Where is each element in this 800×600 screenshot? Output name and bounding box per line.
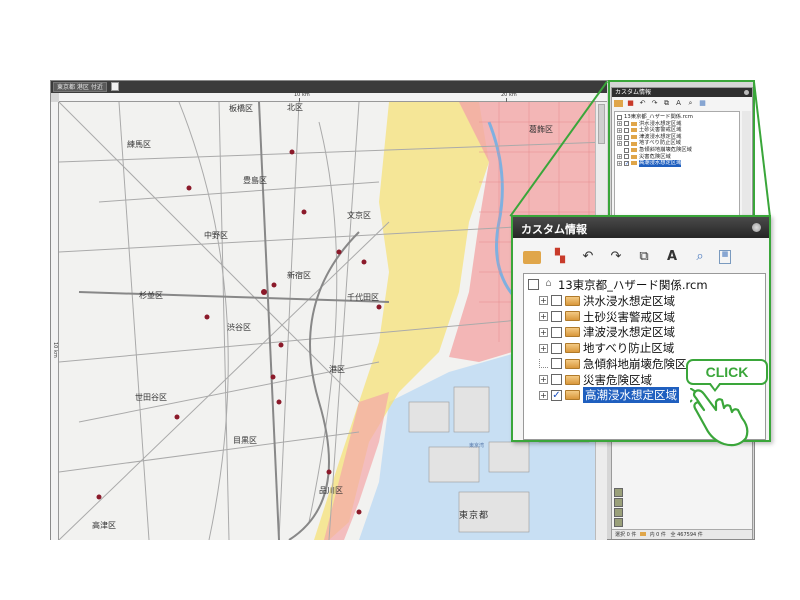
tree-root[interactable]: ⌂ 13東京都_ハザード関係.rcm	[528, 277, 761, 293]
search-icon[interactable]: ⌕	[691, 248, 709, 266]
ward-label: 板橋区	[229, 104, 253, 113]
click-callout: CLICK	[686, 359, 768, 385]
folder-icon	[565, 358, 580, 369]
prefecture-label: 東京都	[459, 511, 490, 521]
expand-icon[interactable]: +	[539, 296, 548, 306]
tree-item-label: 地すべり防止区域	[583, 341, 675, 356]
total-count: 全 467594 件	[670, 532, 703, 538]
tool-button[interactable]	[614, 488, 623, 497]
tree-item-label: 高潮浸水想定区域	[583, 387, 679, 404]
expand-icon[interactable]: +	[539, 327, 548, 337]
ward-label: 港区	[329, 365, 345, 374]
ward-label: 杉並区	[139, 291, 163, 300]
tree-item-label: 津波浸水想定区域	[583, 325, 675, 340]
ward-label: 文京区	[347, 211, 371, 220]
scrollbar-thumb[interactable]	[598, 104, 605, 144]
grid-icon[interactable]: ▦	[719, 250, 731, 264]
expand-icon[interactable]: +	[539, 375, 548, 385]
ruler-label-10km: 10 km	[294, 92, 310, 98]
ward-label: 新宿区	[287, 271, 311, 280]
folder-icon	[565, 327, 580, 338]
label-icon[interactable]: A	[663, 248, 681, 266]
checkbox[interactable]	[551, 358, 562, 370]
panel-tool-buttons	[614, 488, 624, 528]
ward-label: 中野区	[204, 231, 228, 240]
ward-label: 品川区	[319, 486, 343, 495]
callout-connector	[753, 82, 771, 218]
tree-connector	[539, 359, 548, 369]
landmark-label: 東京湾	[469, 443, 485, 449]
home-icon: ⌂	[545, 278, 552, 290]
ward-label: 練馬区	[127, 140, 151, 149]
checkbox[interactable]	[528, 279, 539, 291]
ward-label: 渋谷区	[227, 323, 251, 332]
ward-label: 目黒区	[233, 436, 257, 445]
document-tab-bar: 東京都 港区 付近	[51, 81, 607, 93]
redo-icon[interactable]: ↷	[607, 248, 625, 266]
document-tab[interactable]: 東京都 港区 付近	[53, 82, 107, 92]
close-icon[interactable]	[752, 223, 761, 232]
checkbox[interactable]	[551, 295, 562, 307]
tree-root-label: 13東京都_ハザード関係.rcm	[558, 277, 708, 292]
ruler-label-20km: 20 km	[501, 92, 517, 98]
selected-count: 選択 0 件	[615, 532, 637, 538]
ward-label: 千代田区	[347, 293, 379, 302]
expand-icon[interactable]: +	[539, 390, 548, 400]
folder-icon	[639, 532, 646, 536]
pointing-hand-icon	[690, 388, 749, 447]
panel-status-bar: 選択 0 件 内 0 件 全 467594 件	[612, 529, 752, 539]
undo-icon[interactable]: ↶	[579, 248, 597, 266]
new-document-icon[interactable]	[111, 82, 119, 91]
tree-item-label: 洪水浸水想定区域	[583, 293, 675, 308]
add-layer-icon[interactable]: ▚	[551, 248, 569, 266]
checkbox[interactable]	[551, 310, 562, 322]
zoom-header: カスタム情報	[513, 217, 769, 238]
tree-item[interactable]: + 津波浸水想定区域	[528, 324, 761, 340]
checkbox-checked[interactable]: ✓	[551, 389, 562, 401]
layer-properties-icon[interactable]: ⧉	[635, 248, 653, 266]
zoom-toolbar: ▚ ↶ ↷ ⧉ A ⌕ ▦	[523, 247, 731, 267]
ruler-label-left: 10 km	[52, 342, 58, 358]
folder-icon	[565, 374, 580, 385]
tool-button[interactable]	[614, 498, 623, 507]
folder-icon	[565, 390, 580, 401]
tree-item-label: 土砂災害警戒区域	[583, 309, 675, 324]
tool-button[interactable]	[614, 518, 623, 527]
tool-button[interactable]	[614, 508, 623, 517]
inner-count: 内 0 件	[649, 532, 666, 538]
zoom-title: カスタム情報	[521, 223, 587, 236]
horizontal-ruler: 10 km 20 km	[59, 93, 607, 102]
expand-icon[interactable]: +	[539, 311, 548, 321]
ward-label: 葛飾区	[529, 125, 553, 134]
tree-item-label: 災害危険区域	[583, 372, 652, 387]
folder-icon[interactable]	[523, 250, 541, 264]
ward-label: 豊島区	[243, 176, 267, 185]
tree-item[interactable]: + 地すべり防止区域	[528, 340, 761, 356]
checkbox[interactable]	[551, 342, 562, 354]
ward-label: 世田谷区	[135, 393, 167, 402]
folder-icon	[565, 295, 580, 306]
tree-item[interactable]: + 洪水浸水想定区域	[528, 293, 761, 309]
expand-icon[interactable]: +	[539, 343, 548, 353]
checkbox[interactable]	[551, 326, 562, 338]
folder-icon	[565, 311, 580, 322]
tree-item-label: 急傾斜地崩壊危険区	[583, 356, 687, 371]
folder-icon	[565, 343, 580, 354]
ward-label: 高津区	[92, 521, 116, 530]
ward-label: 北区	[287, 103, 303, 112]
vertical-ruler: 10 km	[51, 102, 59, 540]
tree-item[interactable]: + 土砂災害警戒区域	[528, 309, 761, 325]
checkbox[interactable]	[551, 374, 562, 386]
